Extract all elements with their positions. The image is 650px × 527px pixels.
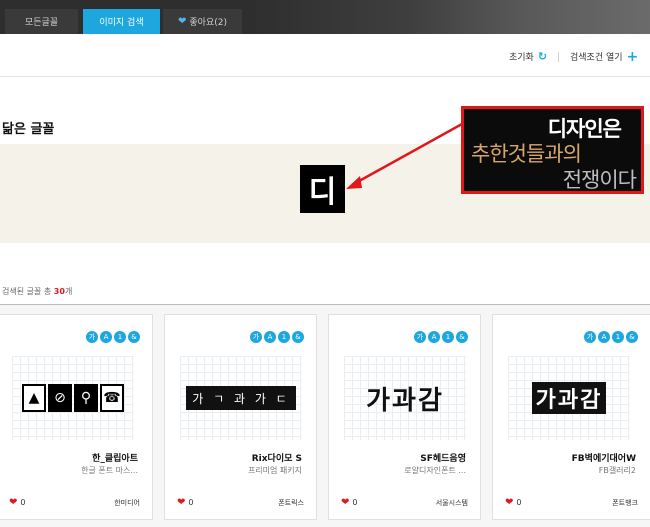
badge-hangul: 가 (250, 331, 262, 343)
like-count: 0 (20, 498, 26, 507)
badge-number: 1 (114, 331, 126, 343)
search-toolbar: 초기화 ↻ 검색조건 열기 + (0, 34, 650, 77)
heart-icon: ❤ (177, 497, 186, 508)
bicycle-icon: ⚲ (74, 384, 98, 412)
badge-hangul: 가 (414, 331, 426, 343)
uploaded-glyph-preview[interactable]: 디 (300, 165, 345, 213)
like-count: 0 (188, 498, 194, 507)
tab-image-search[interactable]: 이미지 검색 (83, 9, 160, 34)
section-title: 닮은 글꼴 (2, 122, 55, 137)
font-name: Rix다이모 S (251, 454, 302, 464)
like-button[interactable]: ❤ 0 (505, 497, 521, 508)
like-button[interactable]: ❤ 0 (177, 497, 193, 508)
font-package: FB갤러리2 (598, 466, 636, 475)
glyph-support-badges: 가 A 1 & (584, 331, 638, 343)
badge-latin: A (100, 331, 112, 343)
result-count: 검색된 글꼴 총 30개 (2, 286, 72, 297)
like-count: 0 (516, 498, 522, 507)
annotation-line-3: 전쟁이다 (562, 168, 637, 192)
badge-number: 1 (278, 331, 290, 343)
font-sample-text: 가과감 (366, 385, 444, 416)
font-package: 로얄디자인폰트 ... (404, 466, 466, 475)
header-background (250, 0, 650, 34)
badge-number: 1 (442, 331, 454, 343)
reset-label: 초기화 (509, 53, 534, 63)
glyph-support-badges: 가 A 1 & (414, 331, 468, 343)
badge-hangul: 가 (86, 331, 98, 343)
tab-label: 좋아요(2) (189, 18, 227, 28)
font-preview-thumbnail: 가과감 (508, 356, 630, 440)
result-count-number: 30 (53, 287, 65, 296)
font-maker: 서울시스템 (435, 499, 468, 507)
like-button[interactable]: ❤ 0 (9, 497, 25, 508)
heart-icon: ❤ (178, 16, 187, 27)
divider (558, 52, 559, 62)
top-nav-bar: 모든글꼴 이미지 검색 ❤ 좋아요(2) (0, 0, 650, 34)
font-sample-text: 가과감 (531, 382, 607, 414)
open-search-options-button[interactable]: 검색조건 열기 + (570, 48, 639, 65)
font-preview-thumbnail: 가과감 (344, 356, 466, 440)
badge-latin: A (598, 331, 610, 343)
heart-icon: ❤ (341, 497, 350, 508)
font-card[interactable]: 가 A 1 & 가 ㄱ 과 가 ㄷ Rix다이모 S 프리미엄 패키지 ❤ 0 폰… (164, 314, 317, 520)
font-maker: 폰트뱅크 (612, 499, 638, 507)
tab-label: 이미지 검색 (99, 18, 144, 28)
font-name: FB벽에기대어W (571, 454, 636, 464)
badge-latin: A (428, 331, 440, 343)
annotation-image: 디자인은 추한것들과의 전쟁이다 (461, 106, 644, 194)
heart-icon: ❤ (505, 497, 514, 508)
person-icon: ▲ (22, 384, 46, 412)
no-bicycle-icon: ⊘ (48, 384, 72, 412)
telephone-icon: ☎ (100, 384, 124, 412)
font-maker: 한미디어 (114, 499, 140, 507)
reset-button[interactable]: 초기화 ↻ (509, 50, 547, 63)
open-search-label: 검색조건 열기 (570, 53, 623, 63)
font-package: 한글 폰트 마스... (81, 466, 138, 475)
font-preview-thumbnail: 가 ㄱ 과 가 ㄷ (180, 356, 302, 440)
badge-symbol: & (626, 331, 638, 343)
tab-label: 모든글꼴 (24, 18, 59, 28)
glyph-support-badges: 가 A 1 & (86, 331, 140, 343)
badge-hangul: 가 (584, 331, 596, 343)
font-sample-text: 가 ㄱ 과 가 ㄷ (186, 386, 296, 410)
font-name: 한_클립아트 (92, 454, 138, 464)
font-card[interactable]: 가 A 1 & 가과감 FB벽에기대어W FB갤러리2 ❤ 0 폰트뱅크 (492, 314, 650, 520)
like-count: 0 (352, 498, 358, 507)
font-package: 프리미엄 패키지 (247, 466, 302, 475)
tab-likes[interactable]: ❤ 좋아요(2) (163, 9, 242, 34)
heart-icon: ❤ (9, 497, 18, 508)
font-card[interactable]: 가 A 1 & ▲ ⊘ ⚲ ☎ 한_클립아트 한글 폰트 마스... ❤ 0 한미… (0, 314, 153, 520)
plus-icon: + (626, 48, 639, 65)
like-button[interactable]: ❤ 0 (341, 497, 357, 508)
font-maker: 폰트릭스 (278, 499, 304, 507)
badge-symbol: & (456, 331, 468, 343)
badge-symbol: & (292, 331, 304, 343)
result-count-suffix: 개 (64, 287, 73, 296)
tab-all-fonts[interactable]: 모든글꼴 (5, 9, 78, 34)
badge-number: 1 (612, 331, 624, 343)
glyph-support-badges: 가 A 1 & (250, 331, 304, 343)
result-count-prefix: 검색된 글꼴 총 (2, 287, 52, 296)
font-preview-thumbnail: ▲ ⊘ ⚲ ☎ (12, 356, 134, 440)
font-name: SF헤드음영 (420, 454, 466, 464)
refresh-icon: ↻ (537, 50, 548, 63)
badge-symbol: & (128, 331, 140, 343)
font-card[interactable]: 가 A 1 & 가과감 SF헤드음영 로얄디자인폰트 ... ❤ 0 서울시스템 (328, 314, 481, 520)
badge-latin: A (264, 331, 276, 343)
